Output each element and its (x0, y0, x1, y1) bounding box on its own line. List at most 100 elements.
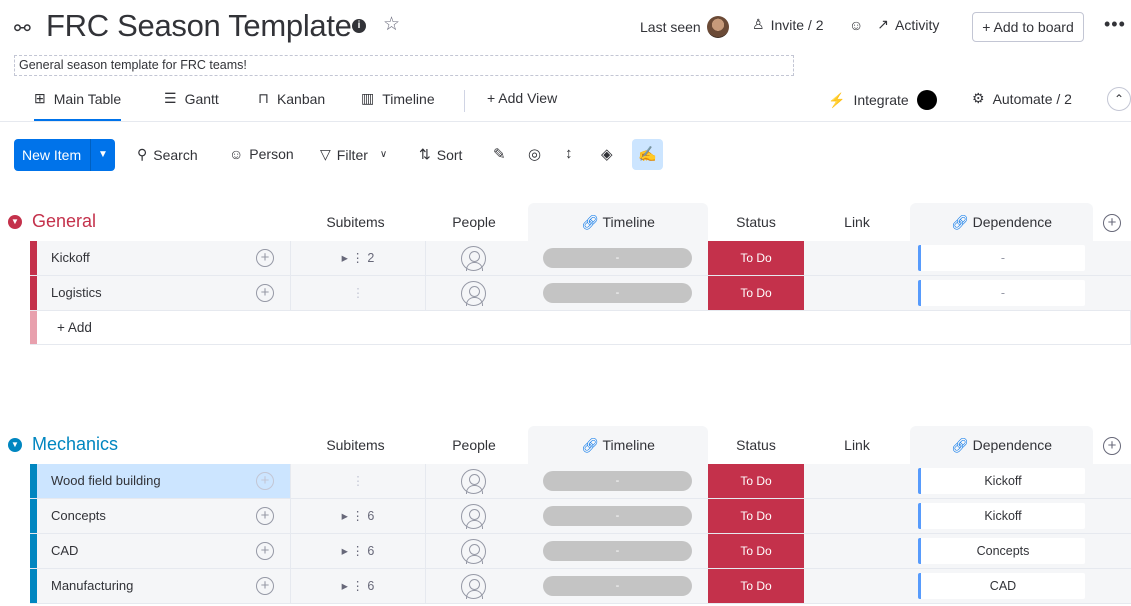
person-avatar-icon[interactable] (461, 281, 486, 306)
timeline-bar[interactable]: - (543, 248, 692, 268)
filter-button[interactable]: ▽ Filter ∨ (320, 146, 387, 163)
person-avatar-icon[interactable] (461, 539, 486, 564)
add-to-board-button[interactable]: + Add to board (972, 12, 1084, 42)
tab-gantt[interactable]: ☰ Gantt (164, 90, 219, 107)
more-options-icon[interactable]: ••• (1104, 14, 1126, 35)
column-people[interactable]: People (426, 203, 522, 241)
item-name[interactable]: Kickoff (37, 241, 290, 275)
chevron-down-icon[interactable]: ▼ (90, 139, 115, 171)
column-link[interactable]: Link (809, 426, 905, 464)
table-row[interactable]: Manufacturing + ▸ ⋮ 6 - To Do CAD (30, 569, 1131, 604)
add-update-icon[interactable]: + (256, 507, 274, 525)
table-row[interactable]: CAD + ▸ ⋮ 6 - To Do Concepts (30, 534, 1131, 569)
add-item-row[interactable]: + Add (30, 311, 1131, 345)
tab-main-table[interactable]: ⊞ Main Table (34, 90, 122, 121)
person-avatar-icon[interactable] (461, 504, 486, 529)
column-status[interactable]: Status (708, 203, 804, 241)
person-filter-button[interactable]: ☺ Person (229, 146, 294, 162)
column-timeline[interactable]: 🔗︎ Timeline (528, 426, 708, 464)
person-avatar-icon[interactable] (461, 574, 486, 599)
board-title[interactable]: FRC Season Template (46, 8, 352, 44)
column-status[interactable]: Status (708, 426, 804, 464)
group-collapse-icon[interactable]: ▼ (8, 438, 22, 452)
gantt-icon: ☰ (164, 90, 177, 106)
subitems-icon: ⋮ (351, 286, 365, 300)
column-subitems[interactable]: Subitems (298, 426, 413, 464)
integrate-button[interactable]: ⚡ Integrate (828, 90, 937, 110)
person-avatar-icon[interactable] (461, 469, 486, 494)
group-title[interactable]: Mechanics (32, 434, 118, 455)
share-icon[interactable]: ⚯ (14, 16, 31, 41)
chevron-down-icon[interactable]: ∨ (380, 149, 387, 160)
pin-icon[interactable]: ✎ (493, 145, 506, 163)
add-update-icon[interactable]: + (256, 542, 274, 560)
table-row[interactable]: Kickoff + ▸ ⋮ 2 - To Do - (30, 241, 1131, 276)
status-badge[interactable]: To Do (708, 276, 804, 310)
subitems-cell[interactable]: ▸ ⋮ 2 (290, 241, 425, 275)
item-name[interactable]: Concepts (37, 499, 290, 533)
status-badge[interactable]: To Do (708, 569, 804, 603)
group-title[interactable]: General (32, 211, 96, 232)
dependence-cell[interactable]: Kickoff (918, 468, 1085, 494)
column-subitems[interactable]: Subitems (298, 203, 413, 241)
item-name[interactable]: CAD (37, 534, 290, 568)
column-timeline[interactable]: 🔗︎ Timeline (528, 203, 708, 241)
column-dependence[interactable]: 🔗︎ Dependence (910, 203, 1093, 241)
subitems-cell[interactable]: ▸ ⋮ 6 (290, 534, 425, 568)
timeline-bar[interactable]: - (543, 541, 692, 561)
invite-button[interactable]: ♙ Invite / 2 (752, 16, 823, 33)
collapse-header-icon[interactable]: ⌃ (1107, 87, 1131, 111)
timeline-bar[interactable]: - (543, 283, 692, 303)
info-icon[interactable]: i (352, 19, 366, 33)
search-button[interactable]: ⚲ Search (137, 146, 198, 163)
item-name[interactable]: Wood field building (37, 464, 290, 498)
table-row[interactable]: Concepts + ▸ ⋮ 6 - To Do Kickoff (30, 499, 1131, 534)
dependence-cell[interactable]: - (918, 280, 1085, 306)
subitems-cell[interactable]: ⋮ (290, 464, 425, 498)
add-update-icon[interactable]: + (256, 577, 274, 595)
color-fill-icon[interactable]: ◈ (601, 145, 613, 163)
group-collapse-icon[interactable]: ▼ (8, 215, 22, 229)
new-item-button[interactable]: New Item ▼ (14, 139, 115, 171)
item-name[interactable]: Manufacturing (37, 569, 290, 603)
status-badge[interactable]: To Do (708, 241, 804, 275)
status-badge[interactable]: To Do (708, 499, 804, 533)
add-column-icon[interactable]: + (1103, 214, 1121, 232)
column-link[interactable]: Link (809, 203, 905, 241)
status-badge[interactable]: To Do (708, 464, 804, 498)
dependence-cell[interactable]: Concepts (918, 538, 1085, 564)
star-icon[interactable]: ☆ (383, 13, 400, 36)
dependence-cell[interactable]: CAD (918, 573, 1085, 599)
dependence-cell[interactable]: - (918, 245, 1085, 271)
edit-mode-icon[interactable]: ✍ (632, 139, 663, 170)
subitems-cell[interactable]: ▸ ⋮ 6 (290, 569, 425, 603)
add-item-label[interactable]: + Add (57, 320, 92, 335)
hide-icon[interactable]: ◎ (528, 145, 541, 163)
last-seen[interactable]: Last seen (640, 16, 729, 38)
add-column-icon[interactable]: + (1103, 437, 1121, 455)
status-badge[interactable]: To Do (708, 534, 804, 568)
add-update-icon[interactable]: + (256, 284, 274, 302)
add-update-icon[interactable]: + (256, 472, 274, 490)
column-dependence[interactable]: 🔗︎ Dependence (910, 426, 1093, 464)
add-view-button[interactable]: + Add View (487, 90, 557, 106)
add-update-icon[interactable]: + (256, 249, 274, 267)
activity-button[interactable]: ☺ ↗ Activity (849, 16, 939, 33)
person-avatar-icon[interactable] (461, 246, 486, 271)
tab-timeline[interactable]: ▥ Timeline (361, 90, 435, 107)
timeline-bar[interactable]: - (543, 506, 692, 526)
item-name[interactable]: Logistics (37, 276, 290, 310)
sort-button[interactable]: ⇅ Sort (419, 146, 462, 163)
table-row[interactable]: Wood field building + ⋮ - To Do Kickoff (30, 464, 1131, 499)
tab-kanban[interactable]: ⊓ Kanban (258, 90, 325, 107)
row-height-icon[interactable]: ↕ (565, 145, 573, 162)
board-description[interactable]: General season template for FRC teams! (14, 55, 794, 76)
subitems-cell[interactable]: ▸ ⋮ 6 (290, 499, 425, 533)
dependence-cell[interactable]: Kickoff (918, 503, 1085, 529)
timeline-bar[interactable]: - (543, 576, 692, 596)
automate-button[interactable]: ⚙ Automate / 2 (972, 90, 1072, 107)
subitems-cell[interactable]: ⋮ (290, 276, 425, 310)
timeline-bar[interactable]: - (543, 471, 692, 491)
table-row[interactable]: Logistics + ⋮ - To Do - (30, 276, 1131, 311)
column-people[interactable]: People (426, 426, 522, 464)
